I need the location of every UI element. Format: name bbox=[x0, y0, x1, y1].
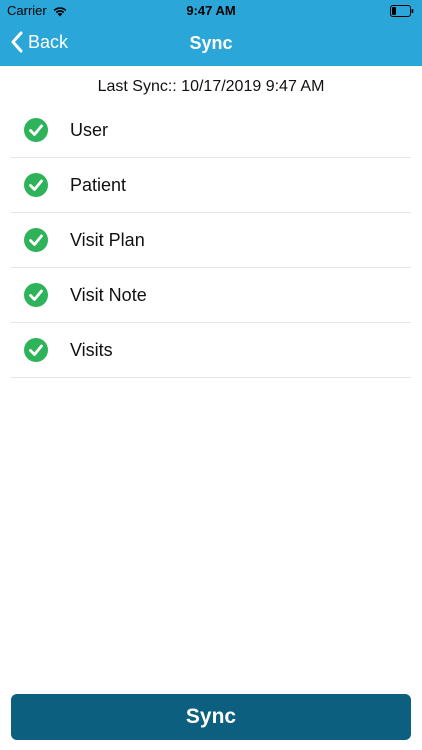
check-circle-icon bbox=[24, 173, 48, 197]
page-title: Sync bbox=[189, 33, 233, 53]
item-label: Patient bbox=[70, 174, 127, 195]
item-label: Visits bbox=[70, 339, 113, 360]
sync-screen: Carrier 9:47 AM Back Sync Last Sync:: 10… bbox=[0, 0, 422, 750]
list-item: Patient bbox=[11, 158, 411, 213]
sync-button[interactable]: Sync bbox=[11, 694, 411, 740]
last-sync-label: Last Sync:: 10/17/2019 9:47 AM bbox=[97, 78, 325, 95]
status-bar: Carrier 9:47 AM bbox=[0, 0, 422, 22]
check-circle-icon bbox=[24, 338, 48, 362]
list-item: User bbox=[11, 103, 411, 158]
check-circle-icon bbox=[24, 228, 48, 252]
battery-icon bbox=[390, 5, 414, 17]
item-label: Visit Note bbox=[70, 284, 147, 305]
header: Carrier 9:47 AM Back Sync bbox=[0, 0, 422, 66]
check-circle-icon bbox=[24, 118, 48, 142]
item-label: Visit Plan bbox=[70, 229, 145, 250]
list-item: Visits bbox=[11, 323, 411, 378]
nav-bar: Back Sync bbox=[0, 22, 422, 66]
list-item: Visit Plan bbox=[11, 213, 411, 268]
check-circle-icon bbox=[24, 283, 48, 307]
item-label: User bbox=[70, 119, 109, 140]
list-item: Visit Note bbox=[11, 268, 411, 323]
status-time: 9:47 AM bbox=[186, 3, 236, 18]
sync-list: User Patient Visit Plan Visit Note Visit… bbox=[11, 103, 411, 378]
